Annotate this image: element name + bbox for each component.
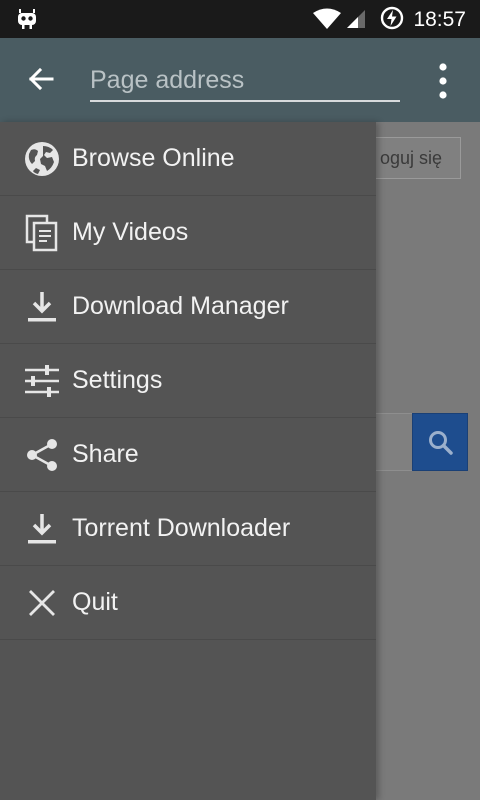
drawer-item-settings[interactable]: Settings	[0, 344, 376, 418]
drawer-item-label: My Videos	[72, 218, 189, 246]
documents-icon	[22, 213, 62, 253]
drawer-item-label: Quit	[72, 588, 118, 616]
drawer-item-label: Share	[72, 440, 139, 468]
search-button	[412, 413, 468, 471]
status-bar: 18:57	[0, 0, 480, 38]
download-icon	[22, 287, 62, 327]
wifi-icon	[313, 8, 341, 29]
close-icon	[22, 583, 62, 623]
page-address-input[interactable]	[90, 60, 400, 102]
share-icon	[22, 435, 62, 475]
drawer-item-label: Settings	[72, 366, 163, 394]
drawer-item-label: Torrent Downloader	[72, 514, 291, 542]
globe-icon	[22, 139, 62, 179]
drawer-item-download-manager[interactable]: Download Manager	[0, 270, 376, 344]
drawer-item-share[interactable]: Share	[0, 418, 376, 492]
navigation-drawer: Browse Online My Videos Download Manager	[0, 122, 376, 800]
sliders-icon	[22, 361, 62, 401]
drawer-item-label: Download Manager	[72, 292, 289, 320]
battery-charging-icon	[380, 6, 404, 30]
drawer-item-browse-online[interactable]: Browse Online	[0, 122, 376, 196]
status-time: 18:57	[413, 8, 466, 31]
drawer-item-my-videos[interactable]: My Videos	[0, 196, 376, 270]
overflow-menu-icon[interactable]	[436, 62, 450, 100]
toolbar	[0, 38, 480, 122]
back-arrow-icon[interactable]	[26, 64, 56, 94]
download-icon	[22, 509, 62, 549]
signal-icon	[347, 10, 365, 28]
drawer-item-quit[interactable]: Quit	[0, 566, 376, 640]
android-app-icon	[18, 9, 36, 29]
drawer-item-torrent-downloader[interactable]: Torrent Downloader	[0, 492, 376, 566]
search-icon	[429, 431, 453, 455]
drawer-item-label: Browse Online	[72, 144, 235, 172]
